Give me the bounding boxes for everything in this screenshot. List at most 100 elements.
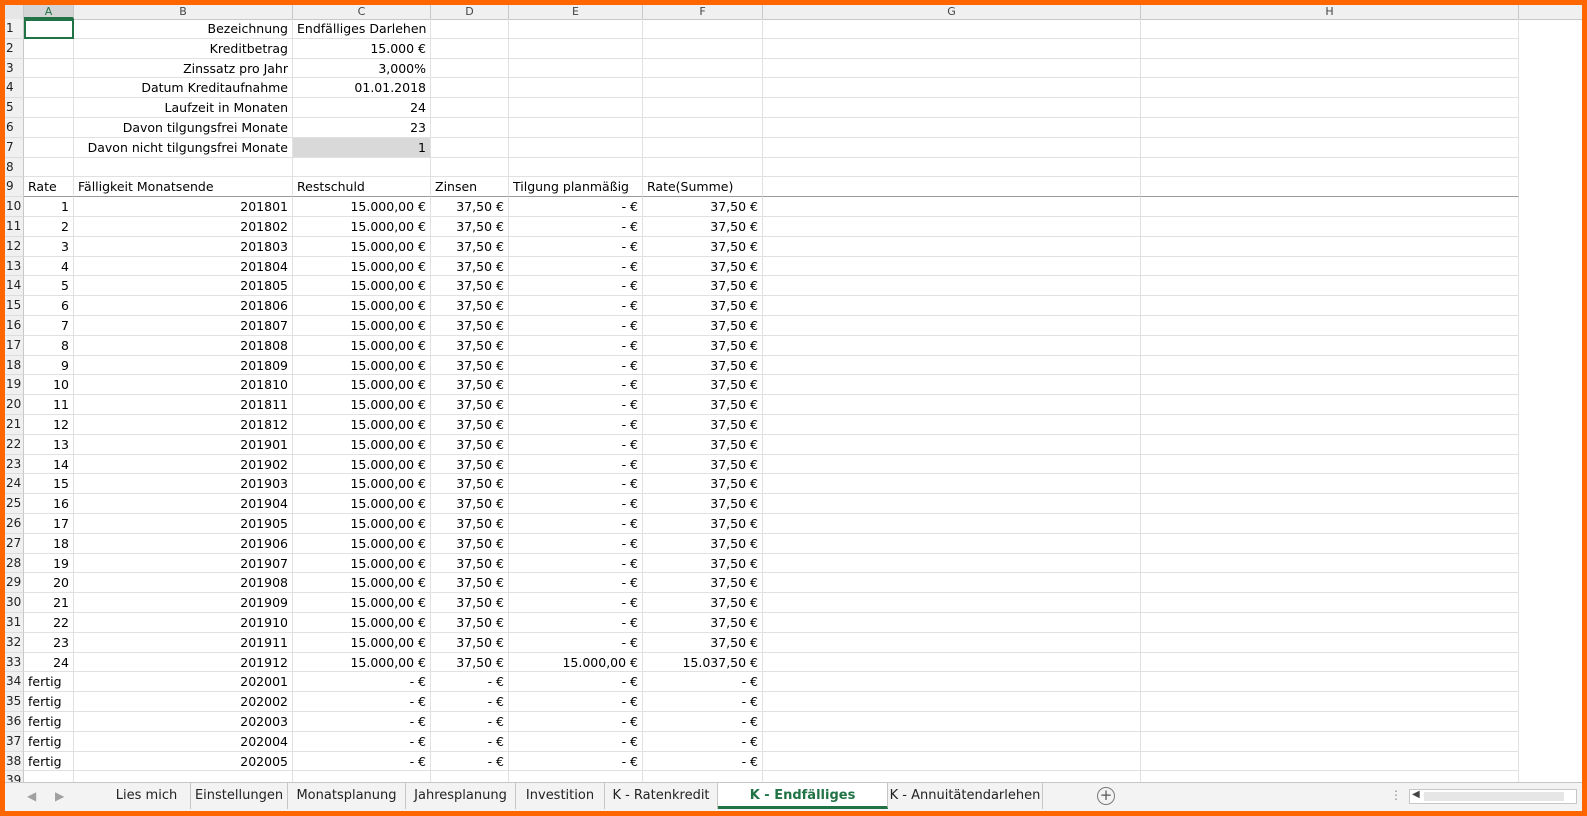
data-cell[interactable]: 37,50 €: [643, 375, 763, 396]
tab-scroll-right-icon[interactable]: ▶: [55, 789, 64, 803]
empty-cell[interactable]: [431, 98, 509, 118]
data-cell[interactable]: 202005: [74, 751, 293, 772]
empty-cell[interactable]: [1141, 375, 1519, 396]
data-cell[interactable]: 15.000,00 €: [293, 335, 431, 356]
row-header[interactable]: 31: [5, 613, 24, 633]
data-cell[interactable]: 37,50 €: [431, 256, 509, 277]
data-cell[interactable]: 37,50 €: [643, 613, 763, 633]
empty-cell[interactable]: [643, 58, 763, 79]
data-cell[interactable]: 11: [24, 395, 74, 415]
data-cell[interactable]: 201905: [74, 514, 293, 534]
data-cell[interactable]: 201903: [74, 474, 293, 495]
data-cell[interactable]: - €: [509, 514, 643, 534]
data-cell[interactable]: - €: [509, 256, 643, 277]
row-header[interactable]: 3: [5, 58, 24, 79]
data-cell[interactable]: 37,50 €: [643, 494, 763, 514]
data-cell[interactable]: 23: [24, 632, 74, 653]
empty-cell[interactable]: [431, 58, 509, 79]
row-header[interactable]: 4: [5, 78, 24, 99]
data-cell[interactable]: 15.000,00 €: [293, 553, 431, 574]
empty-cell[interactable]: [1141, 78, 1519, 99]
empty-cell[interactable]: [763, 533, 1141, 554]
data-cell[interactable]: 16: [24, 494, 74, 514]
empty-cell[interactable]: [763, 632, 1141, 653]
data-cell[interactable]: - €: [431, 672, 509, 693]
table-header-cell[interactable]: Zinsen: [431, 177, 509, 198]
data-cell[interactable]: 15.000,00 €: [293, 355, 431, 376]
info-value[interactable]: 15.000 €: [293, 38, 431, 59]
empty-cell[interactable]: [24, 118, 74, 138]
row-header[interactable]: 19: [5, 375, 24, 396]
data-cell[interactable]: - €: [509, 316, 643, 336]
data-cell[interactable]: fertig: [24, 712, 74, 732]
row-header[interactable]: 27: [5, 533, 24, 554]
row-header[interactable]: 13: [5, 256, 24, 277]
row-header[interactable]: 38: [5, 751, 24, 772]
empty-cell[interactable]: [1141, 454, 1519, 475]
info-value[interactable]: Endfälliges Darlehen: [293, 19, 431, 39]
data-cell[interactable]: - €: [431, 751, 509, 772]
data-cell[interactable]: - €: [643, 751, 763, 772]
data-cell[interactable]: - €: [509, 632, 643, 653]
empty-cell[interactable]: [763, 256, 1141, 277]
empty-cell[interactable]: [1141, 712, 1519, 732]
empty-cell[interactable]: [1141, 632, 1519, 653]
empty-cell[interactable]: [1141, 672, 1519, 693]
row-header[interactable]: 2: [5, 38, 24, 59]
info-label[interactable]: Bezeichnung: [74, 19, 293, 39]
info-label[interactable]: Zinssatz pro Jahr: [74, 58, 293, 79]
empty-cell[interactable]: [763, 98, 1141, 118]
row-header[interactable]: 33: [5, 652, 24, 673]
empty-cell[interactable]: [1141, 692, 1519, 712]
data-cell[interactable]: 15.000,00 €: [293, 415, 431, 435]
empty-cell[interactable]: [24, 58, 74, 79]
data-cell[interactable]: 37,50 €: [431, 296, 509, 316]
row-header[interactable]: 12: [5, 236, 24, 257]
data-cell[interactable]: 6: [24, 296, 74, 316]
data-cell[interactable]: 37,50 €: [643, 434, 763, 455]
row-header[interactable]: 9: [5, 177, 24, 198]
data-cell[interactable]: 202001: [74, 672, 293, 693]
empty-cell[interactable]: [509, 78, 643, 99]
data-cell[interactable]: 37,50 €: [643, 335, 763, 356]
empty-cell[interactable]: [1141, 157, 1519, 178]
data-cell[interactable]: 37,50 €: [643, 256, 763, 277]
data-cell[interactable]: 37,50 €: [431, 573, 509, 594]
data-cell[interactable]: 37,50 €: [431, 613, 509, 633]
data-cell[interactable]: 37,50 €: [643, 553, 763, 574]
column-header-h[interactable]: H: [1141, 5, 1519, 19]
active-cell-a1[interactable]: [24, 19, 74, 39]
empty-cell[interactable]: [763, 731, 1141, 752]
column-header-b[interactable]: B: [74, 5, 293, 19]
data-cell[interactable]: - €: [431, 692, 509, 712]
empty-cell[interactable]: [431, 19, 509, 39]
empty-cell[interactable]: [431, 118, 509, 138]
empty-cell[interactable]: [509, 58, 643, 79]
row-header[interactable]: 8: [5, 157, 24, 178]
data-cell[interactable]: - €: [509, 434, 643, 455]
info-label[interactable]: Kreditbetrag: [74, 38, 293, 59]
data-cell[interactable]: - €: [293, 712, 431, 732]
empty-cell[interactable]: [509, 771, 643, 782]
data-cell[interactable]: 37,50 €: [643, 296, 763, 316]
data-cell[interactable]: 1: [24, 197, 74, 217]
row-header[interactable]: 10: [5, 197, 24, 217]
scrollbar-thumb[interactable]: [1424, 792, 1564, 801]
empty-cell[interactable]: [1141, 593, 1519, 613]
data-cell[interactable]: 201806: [74, 296, 293, 316]
data-cell[interactable]: 37,50 €: [643, 355, 763, 376]
empty-cell[interactable]: [1141, 474, 1519, 495]
data-cell[interactable]: 37,50 €: [431, 197, 509, 217]
row-header[interactable]: 22: [5, 434, 24, 455]
data-cell[interactable]: 37,50 €: [431, 652, 509, 673]
info-label[interactable]: Laufzeit in Monaten: [74, 98, 293, 118]
data-cell[interactable]: 37,50 €: [643, 573, 763, 594]
empty-cell[interactable]: [763, 276, 1141, 297]
data-cell[interactable]: 13: [24, 434, 74, 455]
data-cell[interactable]: - €: [509, 415, 643, 435]
column-header-g[interactable]: G: [763, 5, 1141, 19]
data-cell[interactable]: 15.000,00 €: [293, 454, 431, 475]
row-header[interactable]: 17: [5, 335, 24, 356]
info-label[interactable]: Davon tilgungsfrei Monate: [74, 118, 293, 138]
row-header[interactable]: 28: [5, 553, 24, 574]
